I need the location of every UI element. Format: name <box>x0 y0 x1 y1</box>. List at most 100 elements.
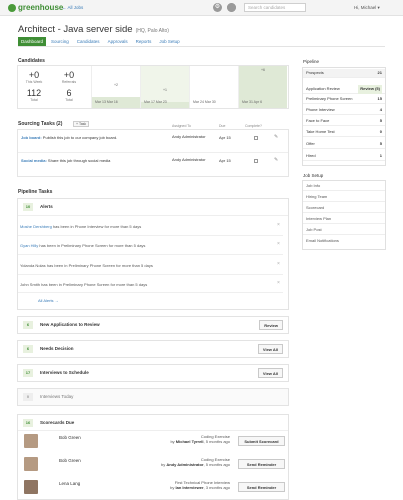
pipeline-stage-preliminary-phone-screen[interactable]: Preliminary Phone Screen 15 <box>303 95 385 104</box>
alert-divider <box>18 292 283 293</box>
scorecard-interviewer: Michael Tyrrell <box>175 439 204 444</box>
add-task-button[interactable]: + Task <box>73 121 90 127</box>
referral-total-label: Total <box>65 98 73 102</box>
job-setup-link[interactable]: Job Info <box>303 182 385 191</box>
dismiss-x-icon[interactable]: × <box>277 261 280 267</box>
edit-pencil-icon[interactable]: ✎ <box>274 157 278 163</box>
bar-column[interactable]: +6 Mar 31 Apr 6 <box>238 66 287 108</box>
dismiss-x-icon[interactable]: × <box>277 222 280 228</box>
gear-icon[interactable]: ⚙ <box>213 3 222 12</box>
bar-column[interactable]: +2 Mar 13 Mar 16 <box>91 66 140 108</box>
referral-total-stat[interactable]: 6 Total <box>55 89 83 103</box>
scorecard-candidate[interactable]: Bob Green <box>59 458 81 463</box>
total-label: Total <box>30 98 38 102</box>
scorecard-interviewer: Ian Interviewer <box>175 485 204 490</box>
scorecard-candidate[interactable]: Bob Green <box>59 435 81 440</box>
scorecard-candidate[interactable]: Lena Lang <box>59 481 80 486</box>
count-badge: 0 <box>23 393 33 401</box>
bar-value-label: +1 <box>163 88 167 92</box>
job-setup-link[interactable]: Scorecard <box>303 204 385 213</box>
alert-text: has been in Phone Interview for more tha… <box>52 224 142 229</box>
pipeline-stage-application-review[interactable]: Application Review Review (5) <box>303 85 385 94</box>
stage-count: 1 <box>379 153 382 158</box>
job-setup-link[interactable]: Interview Plan <box>303 215 385 224</box>
pipeline-stage-take-home-test[interactable]: Take Home Test 0 <box>303 128 385 137</box>
bar-category-label: Mar 31 Apr 6 <box>242 100 263 104</box>
alert-text: has been in Preliminary Phone Screen for… <box>46 263 153 268</box>
dismiss-x-icon[interactable]: × <box>277 280 280 286</box>
bar-column[interactable]: +1 Mar 17 Mar 23 <box>140 66 189 108</box>
view-all-button[interactable]: View All <box>257 368 283 378</box>
tab-job-setup[interactable]: Job Setup <box>156 37 182 46</box>
tab-sourcing[interactable]: Sourcing <box>48 37 72 46</box>
tab-candidates[interactable]: Candidates <box>74 37 103 46</box>
stage-label: Prospects <box>306 70 324 75</box>
job-setup-link[interactable]: Job Post <box>303 226 385 235</box>
task-row: Job board: Publish this job to our compa… <box>21 135 117 140</box>
logo[interactable]: greenhouse <box>8 3 63 12</box>
total-stat[interactable]: 112 Total <box>20 89 48 103</box>
scorecards-title: Scorecards Due <box>40 420 75 425</box>
new-applications-panel: 6 New Applications to Review Review <box>17 316 289 334</box>
tab-bar: Dashboard Sourcing Candidates Approvals … <box>18 37 185 46</box>
top-bar: greenhouse ← All Jobs ⚙ ● Search candida… <box>0 0 403 16</box>
dismiss-x-icon[interactable]: × <box>277 241 280 247</box>
task-kind-link[interactable]: Job board: <box>21 135 42 140</box>
task-assignee: Andy Administrator <box>172 157 206 162</box>
tab-dashboard[interactable]: Dashboard <box>18 37 47 46</box>
alert-divider <box>18 254 283 255</box>
task-row: Social media: Share this job through soc… <box>21 158 110 163</box>
col-complete: Complete? <box>245 124 262 128</box>
task-kind-link[interactable]: Social media: <box>21 158 47 163</box>
all-jobs-link[interactable]: ← All Jobs <box>62 5 83 10</box>
tab-reports[interactable]: Reports <box>133 37 155 46</box>
alert-candidate-link[interactable]: John Smith <box>20 282 40 287</box>
submit-scorecard-button[interactable]: Submit Scorecard <box>238 436 285 446</box>
pipeline-tasks-heading: Pipeline Tasks <box>18 189 53 195</box>
referrals-label: Referrals <box>61 80 77 84</box>
pipeline-stage-hired[interactable]: Hired 1 <box>303 152 385 161</box>
stage-count: 5 <box>379 118 382 123</box>
stage-label: Hired <box>306 153 316 158</box>
scorecard-ago: 5 months ago <box>205 439 230 444</box>
stage-count: 5 <box>379 141 382 146</box>
edit-pencil-icon[interactable]: ✎ <box>274 134 278 140</box>
review-badge[interactable]: Review (5) <box>358 85 382 94</box>
this-week-stat[interactable]: +0 This Week <box>20 71 48 85</box>
alerts-header: 10 Alerts <box>18 199 288 216</box>
job-title: Architect - Java server side <box>18 24 133 35</box>
search-input[interactable]: Search candidates <box>244 3 306 12</box>
bar-column[interactable]: Mar 24 Mar 30 <box>189 66 238 108</box>
job-setup-link[interactable]: Email Notifications <box>303 237 385 246</box>
candidates-heading: Candidates <box>18 58 45 64</box>
all-alerts-link[interactable]: All Alerts → <box>38 298 59 303</box>
person-icon-2 <box>227 3 236 12</box>
alert-row: Gyan Hilly has been in Preliminary Phone… <box>20 243 145 248</box>
pipeline-stage-phone-interview[interactable]: Phone Interview 4 <box>303 106 385 115</box>
alert-row: John Smith has been in Preliminary Phone… <box>20 282 147 287</box>
user-menu[interactable]: Hi, Michael ▾ <box>354 5 380 11</box>
referrals-stat[interactable]: +0 Referrals <box>55 71 83 85</box>
alert-candidate-link[interactable]: Gyan Hilly <box>20 243 38 248</box>
pipeline-stage-face-to-face[interactable]: Face to Face 5 <box>303 117 385 126</box>
tab-approvals[interactable]: Approvals <box>105 37 131 46</box>
task-complete-checkbox[interactable] <box>254 159 258 163</box>
logo-text: greenhouse <box>18 3 64 12</box>
count-badge: 6 <box>23 345 33 353</box>
scorecard-info: Coding Exercise by Andy Administrator, 5… <box>160 457 230 467</box>
scorecard-info: Coding Exercise by Michael Tyrrell, 5 mo… <box>170 434 230 444</box>
review-button[interactable]: Review <box>259 320 283 330</box>
send-reminder-button[interactable]: Send Reminder <box>238 482 285 492</box>
pipeline-stage-prospects[interactable]: Prospects 21 <box>303 69 385 78</box>
job-location: (HQ, Palo Alto) <box>135 28 169 34</box>
alert-candidate-link[interactable]: Moshe Dershberg <box>20 224 52 229</box>
pipeline-stage-offer[interactable]: Offer 5 <box>303 140 385 149</box>
task-complete-checkbox[interactable] <box>254 136 258 140</box>
group-title: Interviews Today <box>40 394 74 399</box>
greenhouse-logo-icon <box>8 3 16 12</box>
view-all-button[interactable]: View All <box>257 344 283 354</box>
interviews-today-panel: 0 Interviews Today <box>17 388 289 406</box>
job-setup-link[interactable]: Hiring Team <box>303 193 385 202</box>
send-reminder-button[interactable]: Send Reminder <box>238 459 285 469</box>
alert-candidate-link[interactable]: Yolanda Nolas <box>20 263 46 268</box>
